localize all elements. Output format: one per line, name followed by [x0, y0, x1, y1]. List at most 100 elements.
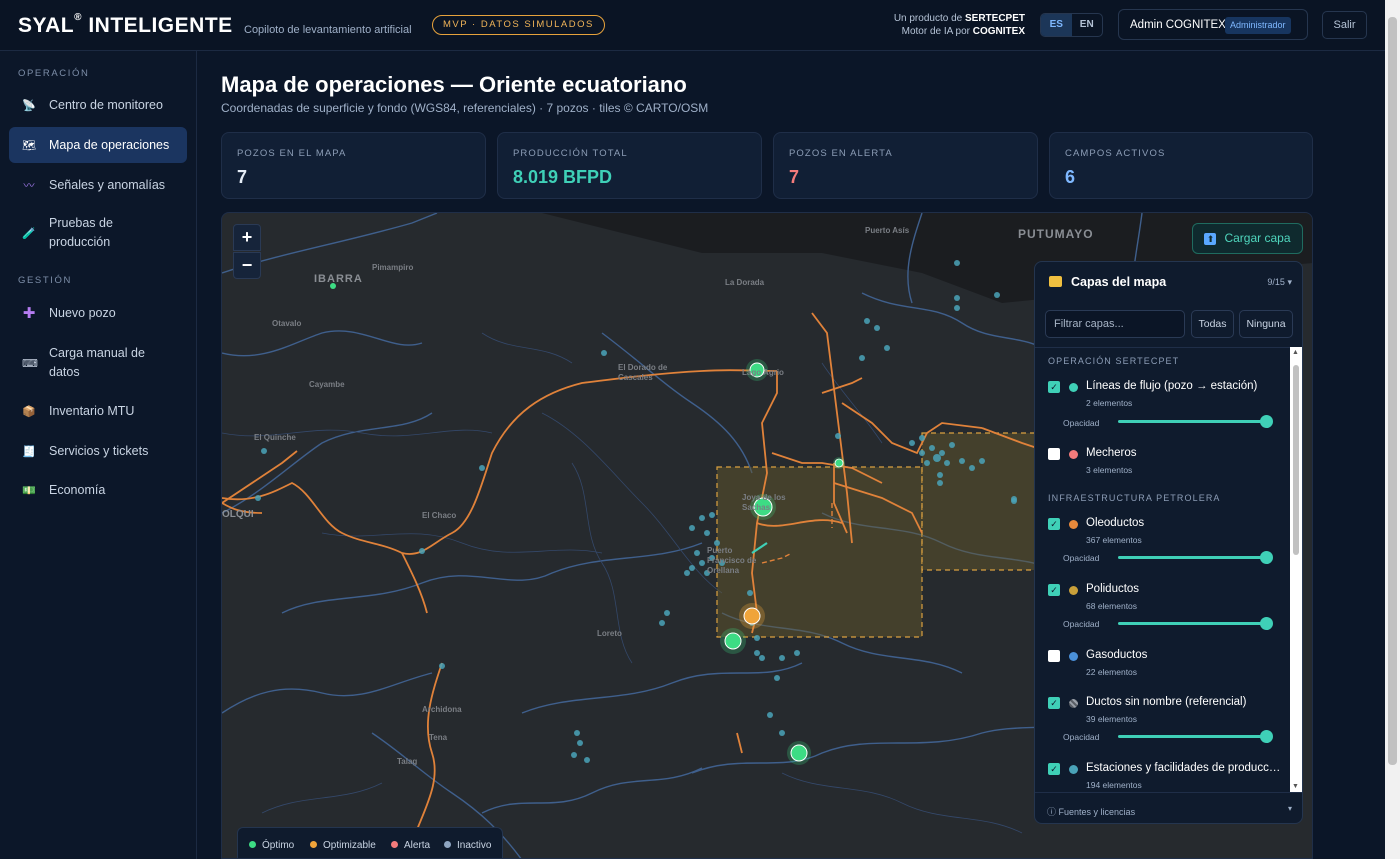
layer-checkbox[interactable]: ✓: [1048, 584, 1060, 596]
receipt-icon: 🧾: [22, 445, 36, 458]
stat-value: 7: [237, 167, 248, 187]
map-label: Cayambe: [309, 380, 345, 389]
opacity-slider[interactable]: [1118, 735, 1266, 738]
layer-color-swatch: [1069, 765, 1078, 774]
logout-button[interactable]: Salir: [1322, 11, 1367, 39]
section-label-operacion: OPERACIÓN: [18, 68, 90, 79]
opacity-slider-handle[interactable]: [1260, 617, 1273, 630]
layers-title: Capas del mapa: [1071, 275, 1167, 289]
sidebar-item-senales-anomalias[interactable]: 〰 Señales y anomalías: [9, 169, 187, 201]
layers-panel: Capas del mapa 9/15 ▾ Todas Ninguna OPER…: [1034, 261, 1303, 824]
layers-list[interactable]: OPERACIÓN SERTECPET ✓ Líneas de flujo (p…: [1035, 347, 1302, 793]
layers-count: 9/15 ▾: [1267, 277, 1292, 287]
layer-checkbox[interactable]: ✓: [1048, 697, 1060, 709]
upload-layer-button[interactable]: ⬆ Cargar capa: [1192, 223, 1303, 254]
opacity-slider[interactable]: [1118, 420, 1266, 423]
sidebar-item-nuevo-pozo[interactable]: ✚ Nuevo pozo: [9, 297, 187, 329]
map-label: El Chaco: [422, 511, 457, 520]
money-icon: 💵: [22, 484, 36, 497]
layer-item[interactable]: ✓ Oleoductos 367 elementos: [1048, 517, 1288, 548]
layer-item[interactable]: ✓ Ductos sin nombre (referencial) 39 ele…: [1048, 696, 1288, 727]
layer-checkbox[interactable]: ✓: [1048, 518, 1060, 530]
map-icon: 🗺: [22, 139, 36, 152]
layers-panel-header[interactable]: Capas del mapa 9/15 ▾: [1035, 262, 1302, 302]
layer-checkbox[interactable]: ✓: [1048, 381, 1060, 393]
layer-item[interactable]: Mecheros 3 elementos: [1048, 447, 1288, 478]
status-legend: Óptimo Optimizable Alerta Inactivo: [237, 827, 503, 858]
opacity-slider-handle[interactable]: [1260, 551, 1273, 564]
scrollbar-thumb[interactable]: [1293, 365, 1299, 555]
sidebar-item-mapa-operaciones[interactable]: 🗺 Mapa de operaciones: [9, 127, 187, 163]
page-subtitle: Coordenadas de superficie y fondo (WGS84…: [221, 101, 709, 115]
sources-licenses-toggle[interactable]: ⓘ Fuentes y licencias ▾: [1035, 792, 1302, 823]
product-credits: Un producto de SERTECPET Motor de IA por…: [893, 13, 1025, 37]
map-label: IBARRA: [314, 273, 363, 285]
legend-item: Inactivo: [444, 840, 491, 851]
opacity-slider[interactable]: [1118, 556, 1266, 559]
stat-value: 6: [1065, 167, 1076, 187]
select-all-button[interactable]: Todas: [1191, 310, 1234, 338]
sidebar-item-inventario-mtu[interactable]: 📦 Inventario MTU: [9, 395, 187, 427]
sidebar-item-carga-manual[interactable]: ⌨ Carga manual de datos: [9, 339, 187, 387]
opacity-slider-handle[interactable]: [1260, 415, 1273, 428]
layer-color-swatch: [1069, 699, 1078, 708]
language-switch: ES EN: [1040, 13, 1103, 37]
layer-color-swatch: [1069, 520, 1078, 529]
layer-checkbox[interactable]: [1048, 650, 1060, 662]
group-label: OPERACIÓN SERTECPET: [1048, 356, 1180, 366]
chevron-down-icon: ▾: [1287, 277, 1292, 287]
layer-checkbox[interactable]: ✓: [1048, 763, 1060, 775]
layer-color-swatch: [1069, 383, 1078, 392]
brand-logo[interactable]: SYAL® INTELIGENTE: [18, 12, 233, 38]
page-scrollbar-thumb[interactable]: [1388, 17, 1397, 765]
layer-filter-input[interactable]: [1045, 310, 1185, 338]
zoom-out-button[interactable]: −: [233, 252, 261, 279]
layer-item[interactable]: ✓ Líneas de flujo (pozo → estación) 2 el…: [1048, 380, 1288, 421]
layer-checkbox[interactable]: [1048, 448, 1060, 460]
section-label-gestion: GESTIÓN: [18, 275, 72, 286]
map-label: Puerto Francisco de Orellana: [707, 546, 757, 575]
page-scrollbar[interactable]: [1385, 0, 1400, 859]
legend-item: Alerta: [391, 840, 430, 851]
map-label: La Dorada: [725, 278, 765, 287]
map-label: Talag: [397, 757, 418, 766]
scroll-up-icon[interactable]: ▲: [1292, 349, 1299, 356]
map-label: Archidona: [422, 705, 462, 714]
stat-card-campos: CAMPOS ACTIVOS 6: [1049, 132, 1313, 199]
user-menu[interactable]: Admin COGNITEX Administrador: [1118, 9, 1308, 40]
operations-map[interactable]: PUTUMAYO Puerto Asís La Dorada IBARRA Pi…: [221, 212, 1313, 859]
legend-item: Optimizable: [310, 840, 376, 851]
legend-item: Óptimo: [249, 840, 294, 851]
zoom-in-button[interactable]: +: [233, 224, 261, 251]
select-none-button[interactable]: Ninguna: [1239, 310, 1293, 338]
box-icon: 📦: [22, 405, 36, 418]
map-label: Otavalo: [272, 319, 302, 328]
antenna-icon: 📡: [22, 99, 36, 112]
map-label: El Quinche: [254, 433, 296, 442]
sidebar-item-centro-monitoreo[interactable]: 📡 Centro de monitoreo: [9, 89, 187, 121]
scroll-down-icon[interactable]: ▼: [1292, 783, 1299, 790]
sidebar-item-economia[interactable]: 💵 Economía: [9, 474, 187, 506]
opacity-slider[interactable]: [1118, 622, 1266, 625]
layer-item[interactable]: Gasoductos 22 elementos: [1048, 649, 1288, 680]
layer-color-swatch: [1069, 586, 1078, 595]
layer-color-swatch: [1069, 450, 1078, 459]
mvp-badge: MVP · DATOS SIMULADOS: [432, 15, 605, 35]
map-label: Pimampiro: [372, 263, 414, 272]
lang-en-button[interactable]: EN: [1072, 14, 1103, 36]
info-icon: ⓘ: [1047, 807, 1057, 817]
sidebar-item-servicios-tickets[interactable]: 🧾 Servicios y tickets: [9, 435, 187, 467]
stat-value: 7: [789, 167, 800, 187]
sidebar-item-pruebas-produccion[interactable]: 🧪 Pruebas de producción: [9, 209, 187, 257]
page-title: Mapa de operaciones — Oriente ecuatorian…: [221, 72, 687, 97]
top-header: SYAL® INTELIGENTE Copiloto de levantamie…: [0, 0, 1385, 51]
layer-item[interactable]: ✓ Estaciones y facilidades de producción…: [1048, 762, 1288, 793]
opacity-slider-handle[interactable]: [1260, 730, 1273, 743]
layers-scrollbar[interactable]: ▲ ▼: [1290, 347, 1302, 792]
group-label: INFRAESTRUCTURA PETROLERA: [1048, 493, 1221, 503]
plus-icon: ✚: [22, 305, 36, 322]
stat-card-pozos: POZOS EN EL MAPA 7: [221, 132, 486, 199]
lang-es-button[interactable]: ES: [1041, 14, 1072, 36]
stat-value: 8.019 BFPD: [513, 167, 613, 187]
layer-item[interactable]: ✓ Poliductos 68 elementos: [1048, 583, 1288, 614]
